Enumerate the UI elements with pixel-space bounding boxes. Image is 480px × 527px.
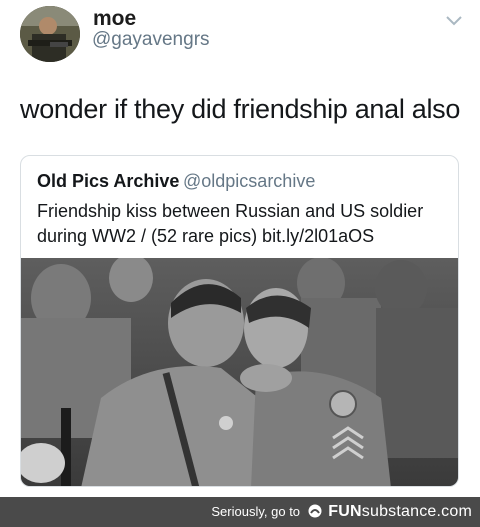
quoted-tweet-text: Friendship kiss between Russian and US s… [37,201,424,246]
watermark-prefix: Seriously, go to [211,504,301,519]
watermark-brand-suffix: .com [436,503,472,520]
chevron-down-icon[interactable] [444,12,464,28]
watermark-footer: Seriously, go to FUNsubstance.com [0,497,480,527]
author-handle[interactable]: @gayavengrs [92,29,210,51]
author-display-name[interactable]: moe [93,7,136,31]
quoted-tweet-card[interactable]: Old Pics Archive @oldpicsarchive Friends… [20,155,459,487]
black-and-white-photo[interactable] [21,258,458,486]
quoted-author-handle: @oldpicsarchive [183,171,316,191]
watermark-text: Seriously, go to FUNsubstance.com [211,503,472,521]
watermark-brand: FUNsubstance.com [328,503,472,520]
watermark-brand-light: substance [361,503,437,520]
funsubstance-icon [308,504,322,518]
tweet: moe @gayavengrs wonder if they did frien… [0,0,480,497]
tweet-text: wonder if they did friendship anal also [20,94,461,124]
avatar[interactable] [20,6,80,62]
quoted-author-name: Old Pics Archive [37,171,180,191]
watermark-brand-bold: FUN [328,503,362,520]
